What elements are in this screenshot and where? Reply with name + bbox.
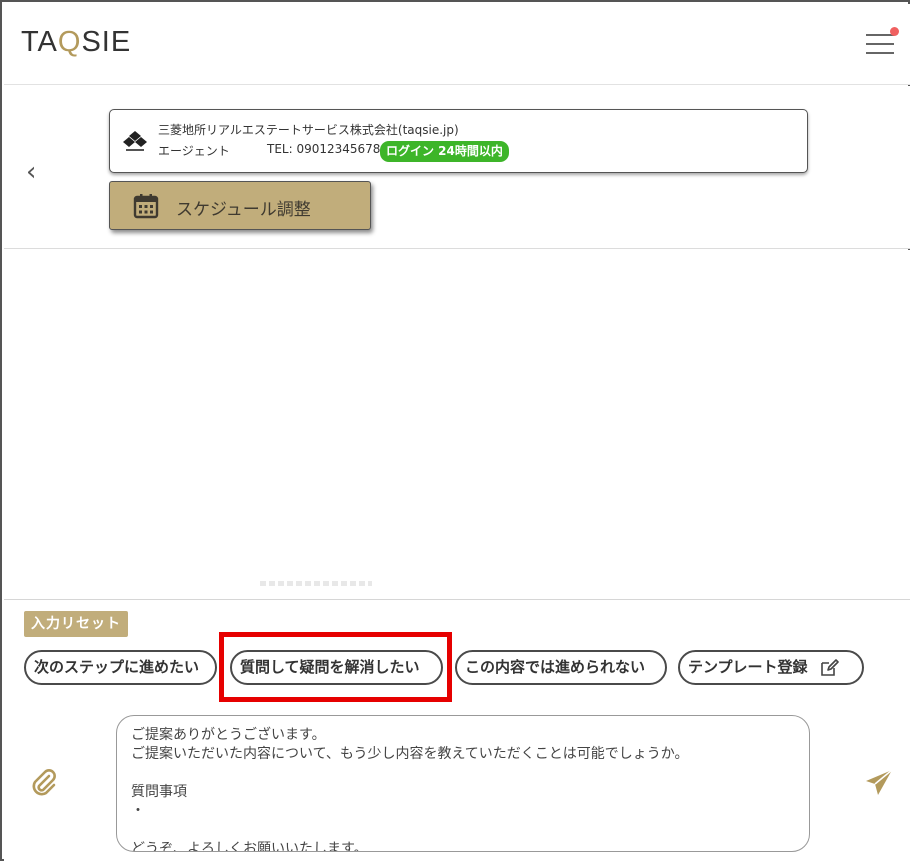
company-logo-icon [123,131,147,151]
schedule-adjust-label: スケジュール調整 [176,200,311,220]
message-composer: 入力リセット 次のステップに進めたい 質問して疑問を解消したい この内容では進め… [4,599,910,861]
logo-text-q: Q [57,26,82,58]
quick-reply-label: この内容では進められない [465,658,646,676]
agent-card: 三菱地所リアルエステートサービス株式会社(taqsie.jp) エージェント T… [109,109,808,173]
quick-reply-label: 次のステップに進めたい [34,658,200,676]
taqsie-logo[interactable]: TAQSIE [21,26,131,59]
template-register-button[interactable]: テンプレート登録 [678,650,864,685]
schedule-adjust-button[interactable]: スケジュール調整 [109,181,371,230]
message-line: ご提案いただいた内容について、もう少し内容を教えていただくことは可能でしょうか。 [131,746,689,762]
send-icon[interactable] [864,768,894,798]
conversation-header: ‹ 三菱地所リアルエステートサービス株式会社(taqsie.jp) エージェント… [4,86,910,249]
quick-reply-label: テンプレート登録 [688,658,808,676]
quick-reply-next-step[interactable]: 次のステップに進めたい [24,650,217,685]
agent-company-name: 三菱地所リアルエステートサービス株式会社(taqsie.jp) [158,123,459,137]
message-line: ご提案ありがとうございます。 [131,727,326,743]
paperclip-icon[interactable] [28,767,60,799]
calendar-icon [133,194,159,219]
app-header: TAQSIE [4,4,910,85]
edit-icon [820,658,839,676]
quick-reply-ask-question[interactable]: 質問して疑問を解消したい [230,650,443,685]
notification-dot [890,27,899,36]
menu-bar [866,43,894,45]
faint-loading-text [260,581,372,586]
logo-text-suffix: SIE [81,26,132,58]
input-reset-button[interactable]: 入力リセット [24,611,128,637]
message-textarea[interactable]: ご提案ありがとうございます。 ご提案いただいた内容について、もう少し内容を教えて… [116,715,810,852]
hamburger-menu-icon[interactable] [866,27,899,57]
menu-bar [866,52,894,54]
quick-reply-cannot-proceed[interactable]: この内容では進められない [455,650,667,685]
menu-bar [866,34,894,36]
message-line [131,764,795,783]
agent-phone: TEL: 09012345678 [267,142,381,156]
message-line [131,821,795,840]
logo-text-prefix: TA [21,26,58,58]
message-line: どうぞ、よろしくお願いいたします。 [131,841,368,852]
app-frame: TAQSIE ‹ 三菱地所リアルエステートサービス株式会社(taqsie.jp)… [0,0,910,861]
agent-role: エージェント [158,144,230,158]
message-line: ・ [131,803,145,819]
chevron-left-icon[interactable]: ‹ [26,159,36,185]
message-line: 質問事項 [131,784,187,800]
quick-reply-label: 質問して疑問を解消したい [240,658,420,676]
chat-message-area[interactable] [4,250,910,599]
login-status-badge: ログイン 24時間以内 [380,141,509,162]
